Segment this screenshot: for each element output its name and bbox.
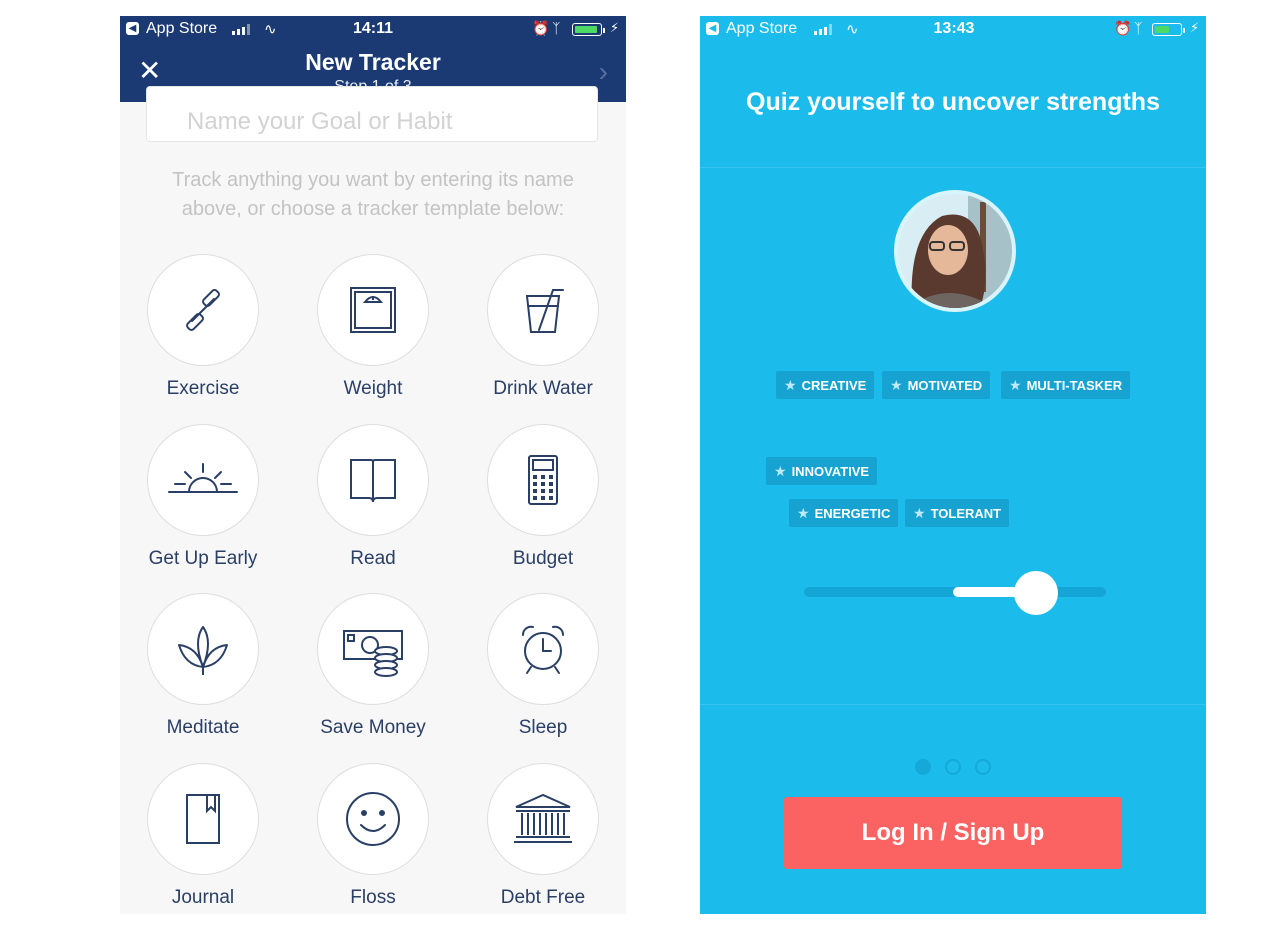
divider	[700, 704, 1206, 705]
star-icon: ★	[774, 462, 787, 479]
star-icon: ★	[890, 376, 903, 393]
template-label: Meditate	[166, 717, 240, 738]
smiley-icon	[317, 763, 429, 875]
battery-icon	[1152, 23, 1185, 36]
star-icon: ★	[797, 504, 810, 521]
journal-icon	[147, 763, 259, 875]
template-debt-free[interactable]: Debt Free	[473, 763, 613, 909]
template-exercise[interactable]: Exercise	[133, 254, 273, 400]
chevron-right-icon[interactable]: ›	[599, 56, 608, 88]
divider	[700, 167, 1206, 168]
status-time: 14:11	[352, 20, 394, 37]
battery-icon	[572, 23, 605, 36]
bank-icon	[487, 763, 599, 875]
signal-icon	[232, 24, 250, 35]
book-icon	[317, 424, 429, 536]
template-label: Budget	[512, 548, 574, 569]
status-bar: ◀ App Store ∿ 13:43 ⏰ ᛉ ⚡	[700, 16, 1206, 44]
page-dot-2[interactable]	[945, 759, 961, 775]
dumbbell-icon	[147, 254, 259, 366]
template-sleep[interactable]: Sleep	[473, 593, 613, 739]
page-dot-3[interactable]	[975, 759, 991, 775]
calculator-icon	[487, 424, 599, 536]
water-glass-icon	[487, 254, 599, 366]
template-label: Exercise	[166, 378, 240, 399]
charging-icon: ⚡	[1190, 20, 1200, 35]
template-label: Debt Free	[500, 887, 586, 908]
template-save-money[interactable]: Save Money	[303, 593, 443, 739]
tag-label: MOTIVATED	[907, 377, 983, 393]
goal-name-input[interactable]	[146, 86, 598, 142]
tag-label: CREATIVE	[801, 377, 867, 393]
tag-label: TOLERANT	[930, 505, 1002, 521]
strength-tag: ★ ENERGETIC	[789, 499, 899, 527]
star-icon: ★	[784, 376, 797, 393]
strength-tag: ★ INNOVATIVE	[766, 457, 878, 485]
signal-icon	[814, 24, 832, 35]
new-tracker-screen: ◀ App Store ∿ 14:11 ⏰ ᛉ ⚡ ✕ New Tracker …	[120, 16, 626, 914]
template-label: Journal	[171, 887, 235, 908]
money-icon	[317, 593, 429, 705]
template-weight[interactable]: Weight	[303, 254, 443, 400]
template-label: Drink Water	[493, 378, 593, 399]
sunrise-icon	[147, 424, 259, 536]
page-dot-1[interactable]	[915, 759, 931, 775]
bluetooth-icon: ᛉ	[552, 20, 561, 36]
bluetooth-icon: ᛉ	[1134, 20, 1143, 36]
wifi-icon: ∿	[846, 21, 859, 38]
tag-label: ENERGETIC	[814, 505, 891, 521]
page-title: New Tracker	[305, 49, 441, 75]
tag-label: INNOVATIVE	[791, 463, 870, 479]
carrier-label: App Store	[726, 20, 798, 37]
template-read[interactable]: Read	[303, 424, 443, 570]
template-floss[interactable]: Floss	[303, 763, 443, 909]
lotus-icon	[147, 593, 259, 705]
strength-tag: ★ TOLERANT	[905, 499, 1010, 527]
back-to-app-icon[interactable]: ◀	[126, 22, 139, 35]
star-icon: ★	[1009, 376, 1022, 393]
page-indicator	[700, 759, 1206, 775]
carrier-label: App Store	[146, 20, 218, 37]
strength-slider-thumb[interactable]	[1014, 571, 1058, 615]
star-icon: ★	[913, 504, 926, 521]
template-budget[interactable]: Budget	[473, 424, 613, 570]
login-signup-button[interactable]: Log In / Sign Up	[784, 797, 1122, 869]
alarm-icon: ⏰	[532, 20, 550, 36]
strength-tag: ★ CREATIVE	[776, 371, 875, 399]
helper-text: Track anything you want by entering its …	[172, 169, 574, 220]
template-label: Read	[350, 548, 396, 569]
wifi-icon: ∿	[264, 21, 277, 38]
template-label: Save Money	[320, 717, 426, 738]
profile-photo	[894, 190, 1016, 312]
scale-icon	[317, 254, 429, 366]
strength-tag: ★ MOTIVATED	[882, 371, 991, 399]
template-label: Get Up Early	[148, 548, 258, 569]
strength-tag: ★ MULTI-TASKER	[1001, 371, 1131, 399]
status-bar: ◀ App Store ∿ 14:11 ⏰ ᛉ ⚡	[120, 16, 626, 44]
strengths-quiz-screen: ◀ App Store ∿ 13:43 ⏰ ᛉ ⚡ Quiz yourself …	[700, 16, 1206, 914]
back-to-app-icon[interactable]: ◀	[706, 22, 719, 35]
status-time: 13:43	[933, 20, 975, 37]
charging-icon: ⚡	[610, 20, 620, 35]
alarm-icon: ⏰	[1114, 20, 1132, 36]
template-drink-water[interactable]: Drink Water	[473, 254, 613, 400]
template-label: Floss	[350, 887, 396, 908]
template-get-up-early[interactable]: Get Up Early	[133, 424, 273, 570]
template-label: Sleep	[518, 717, 568, 738]
template-label: Weight	[343, 378, 403, 399]
template-meditate[interactable]: Meditate	[133, 593, 273, 739]
template-journal[interactable]: Journal	[133, 763, 273, 909]
page-title: Quiz yourself to uncover strengths	[746, 88, 1160, 116]
alarm-clock-icon	[487, 593, 599, 705]
tag-label: MULTI-TASKER	[1026, 377, 1123, 393]
